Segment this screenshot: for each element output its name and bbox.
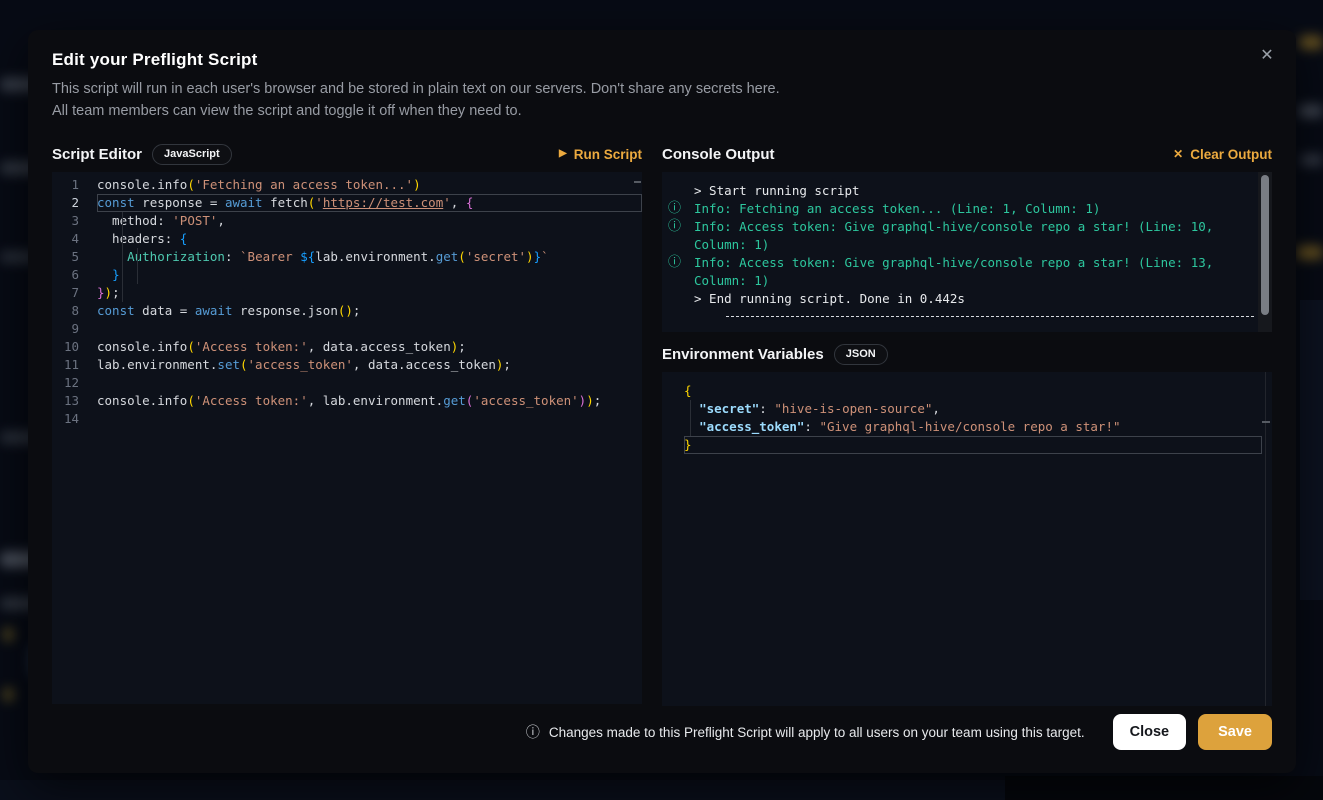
description-line-1: This script will run in each user's brow…: [52, 78, 1272, 100]
code-line: 7});: [52, 284, 642, 302]
background-blur-text: [4, 688, 13, 701]
code-line: 10console.info('Access token:', data.acc…: [52, 338, 642, 356]
code-line: }: [662, 436, 1272, 454]
code-line: 3 method: 'POST',: [52, 212, 642, 230]
environment-variables-pane: Environment Variables JSON { "secret": "…: [662, 336, 1272, 706]
code-line: 6 }: [52, 266, 642, 284]
javascript-badge: JavaScript: [152, 144, 232, 165]
overview-ruler-mark: [634, 181, 641, 183]
environment-variables-heading: Environment Variables: [662, 346, 824, 363]
save-button[interactable]: Save: [1198, 714, 1272, 750]
play-icon: ▶: [559, 149, 567, 159]
console-scrollbar-track: [1258, 172, 1272, 332]
code-line: 4 headers: {: [52, 230, 642, 248]
script-code-editor[interactable]: 1console.info('Fetching an access token.…: [52, 172, 642, 704]
line-number: 3: [52, 212, 97, 230]
line-number: 11: [52, 356, 97, 374]
background-blur-text: [1298, 105, 1323, 117]
console-entry: ⓘInfo: Access token: Give graphql-hive/c…: [694, 218, 1254, 254]
line-number: 1: [52, 176, 97, 194]
console-output[interactable]: > Start running scriptⓘInfo: Fetching an…: [662, 172, 1272, 332]
run-script-button[interactable]: ▶ Run Script: [559, 147, 642, 162]
console-entry: ⓘInfo: Access token: Give graphql-hive/c…: [694, 254, 1254, 290]
line-number: 6: [52, 266, 97, 284]
background-blur-text: [1299, 36, 1323, 49]
code-line: 1console.info('Fetching an access token.…: [52, 176, 642, 194]
console-scrollbar-thumb[interactable]: [1261, 175, 1269, 315]
line-number: 7: [52, 284, 97, 302]
page-title: Edit your Preflight Script: [52, 50, 1272, 70]
code-line: 11lab.environment.set('access_token', da…: [52, 356, 642, 374]
line-number: 10: [52, 338, 97, 356]
line-number: 12: [52, 374, 97, 392]
code-line: 12: [52, 374, 642, 392]
code-line: {: [662, 382, 1272, 400]
code-line: 14: [52, 410, 642, 428]
close-icon[interactable]: ✕: [1254, 42, 1280, 68]
line-number: 5: [52, 248, 97, 266]
info-circle-icon: ⓘ: [668, 218, 681, 236]
script-editor-pane: Script Editor JavaScript ▶ Run Script 1c…: [52, 136, 642, 706]
script-editor-heading: Script Editor: [52, 146, 142, 163]
code-line: "access_token": "Give graphql-hive/conso…: [662, 418, 1272, 436]
info-circle-icon: ⓘ: [668, 254, 681, 272]
clear-output-label: Clear Output: [1190, 147, 1272, 162]
indent-guide: [137, 248, 138, 284]
code-line: "secret": "hive-is-open-source",: [662, 400, 1272, 418]
console-output-heading: Console Output: [662, 146, 775, 163]
line-number: 9: [52, 320, 97, 338]
info-icon: ⓘ: [526, 722, 540, 742]
overview-ruler-mark: [1262, 421, 1270, 423]
indent-guide: [690, 400, 691, 436]
close-button[interactable]: Close: [1113, 714, 1187, 750]
description-line-2: All team members can view the script and…: [52, 100, 1272, 122]
footer-note: Changes made to this Preflight Script wi…: [549, 725, 1085, 740]
line-number: 13: [52, 392, 97, 410]
console-entry: > End running script. Done in 0.442s: [694, 290, 1254, 308]
line-number: 8: [52, 302, 97, 320]
line-number: 2: [52, 194, 97, 212]
run-script-label: Run Script: [574, 147, 642, 162]
console-separator: [726, 316, 1254, 317]
indent-guide: [122, 212, 123, 302]
background-blur-text: [1300, 155, 1323, 165]
info-circle-icon: ⓘ: [668, 200, 681, 218]
code-line: 9: [52, 320, 642, 338]
preflight-modal: ✕ Edit your Preflight Script This script…: [28, 30, 1296, 773]
clear-icon: ✕: [1173, 148, 1183, 160]
console-output-pane: Console Output ✕ Clear Output > Start ru…: [662, 136, 1272, 332]
code-line: 13console.info('Access token:', lab.envi…: [52, 392, 642, 410]
json-badge: JSON: [834, 344, 888, 365]
background-blur-text: [1296, 246, 1323, 259]
line-number: 4: [52, 230, 97, 248]
environment-variables-editor[interactable]: { "secret": "hive-is-open-source", "acce…: [662, 372, 1272, 706]
background-panel: [1300, 300, 1323, 600]
code-line: 5 Authorization: `Bearer ${lab.environme…: [52, 248, 642, 266]
line-number: 14: [52, 410, 97, 428]
clear-output-button[interactable]: ✕ Clear Output: [1173, 147, 1272, 162]
console-entry: > Start running script: [694, 182, 1254, 200]
console-entry: ⓘInfo: Fetching an access token... (Line…: [694, 200, 1254, 218]
code-line: 8const data = await response.json();: [52, 302, 642, 320]
code-line: 2const response = await fetch('https://t…: [52, 194, 642, 212]
background-panel: [1005, 776, 1323, 800]
background-blur-text: [4, 628, 13, 641]
